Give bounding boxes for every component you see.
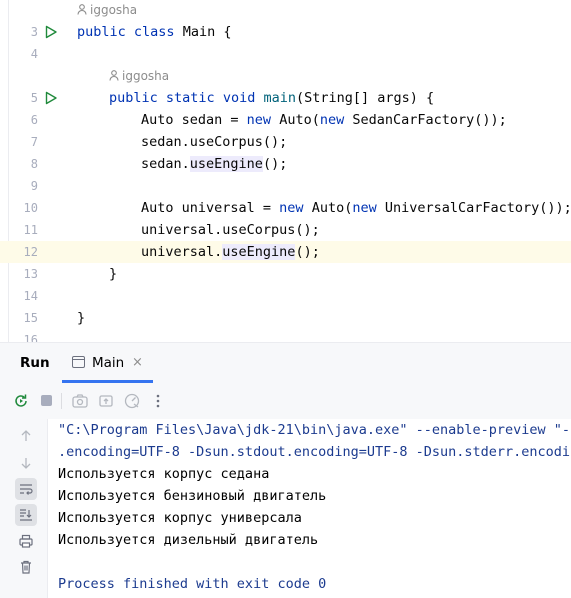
line-number: 4 <box>30 47 38 61</box>
rerun-icon[interactable] <box>12 392 30 410</box>
soft-wrap-icon[interactable] <box>15 478 37 500</box>
line-number: 9 <box>30 179 38 193</box>
line-number: 5 <box>30 91 38 105</box>
author-name: iggosha <box>122 69 170 83</box>
camera-icon[interactable] <box>71 392 89 410</box>
line-number: 11 <box>23 223 38 237</box>
console-side-toolbar <box>0 419 48 598</box>
arrow-up-icon[interactable] <box>15 425 37 447</box>
code-line-3[interactable]: public class Main { <box>77 24 231 40</box>
line-number: 6 <box>30 113 38 127</box>
print-icon[interactable] <box>15 530 37 552</box>
window-icon <box>72 356 85 368</box>
line-number: 7 <box>30 135 38 149</box>
trash-icon[interactable] <box>15 556 37 578</box>
code-line-7[interactable]: sedan.useCorpus(); <box>141 134 287 150</box>
console-output-line: Используется бензиновый двигатель <box>58 488 327 504</box>
line-number: 3 <box>30 25 38 39</box>
person-icon <box>77 3 87 18</box>
code-line-13[interactable]: } <box>109 266 117 282</box>
restore-layout-icon[interactable] <box>97 392 115 410</box>
line-number: 10 <box>23 201 38 215</box>
process-exit-message: Process finished with exit code 0 <box>58 576 327 592</box>
console-output-line: Используется корпус седана <box>58 466 270 482</box>
code-line-5[interactable]: public static void main(String[] args) { <box>109 90 434 106</box>
gauge-icon[interactable] <box>123 392 141 410</box>
line-number: 15 <box>23 311 38 325</box>
code-line-11[interactable]: universal.useCorpus(); <box>141 222 320 238</box>
code-line-15[interactable]: } <box>77 310 85 326</box>
run-toolwindow-header: Run Main × <box>0 343 571 383</box>
run-toolwindow-title: Run <box>20 355 50 371</box>
tab-main[interactable]: Main × <box>62 343 153 383</box>
line-number: 14 <box>23 289 38 303</box>
scroll-to-end-icon[interactable] <box>15 504 37 526</box>
console-output-line: Используется корпус универсала <box>58 510 302 526</box>
close-icon[interactable]: × <box>132 355 143 370</box>
console-output[interactable]: "C:\Program Files\Java\jdk-21\bin\java.e… <box>0 419 571 598</box>
run-play-icon[interactable] <box>44 25 58 39</box>
toolbar-separator <box>61 393 62 409</box>
run-play-icon[interactable] <box>44 91 58 105</box>
code-editor[interactable]: iggosha iggosha 3 4 5 6 7 8 9 10 11 12 1… <box>0 0 571 342</box>
arrow-down-icon[interactable] <box>15 452 37 474</box>
console-output-line: Используется дизельный двигатель <box>58 532 319 548</box>
run-actions-bar <box>0 383 571 419</box>
console-command-line: .encoding=UTF-8 -Dsun.stdout.encoding=UT… <box>58 444 571 460</box>
line-number: 12 <box>23 245 38 259</box>
author-hint[interactable]: iggosha <box>77 3 137 18</box>
stop-icon[interactable] <box>38 392 56 410</box>
tab-label: Main <box>92 355 125 371</box>
console-command-line: "C:\Program Files\Java\jdk-21\bin\java.e… <box>58 422 571 438</box>
code-line-6[interactable]: Auto sedan = new Auto(new SedanCarFactor… <box>141 112 507 128</box>
more-options-icon[interactable] <box>149 392 167 410</box>
line-number: 16 <box>23 333 38 342</box>
code-line-10[interactable]: Auto universal = new Auto(new UniversalC… <box>141 200 571 216</box>
code-line-12[interactable]: universal.useEngine(); <box>141 244 320 260</box>
line-number: 8 <box>30 157 38 171</box>
line-number: 13 <box>23 267 38 281</box>
person-icon <box>109 69 119 84</box>
author-name: iggosha <box>90 3 138 17</box>
code-line-8[interactable]: sedan.useEngine(); <box>141 156 287 172</box>
author-hint[interactable]: iggosha <box>109 69 169 84</box>
